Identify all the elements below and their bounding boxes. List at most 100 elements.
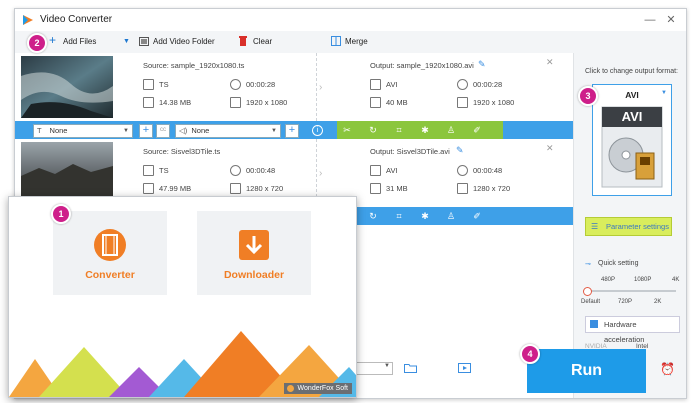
subtitle-select[interactable]: T None ▼ bbox=[33, 124, 133, 138]
quality-480p: 480P bbox=[601, 277, 616, 283]
parameter-settings-label: Parameter settings bbox=[606, 222, 669, 231]
edit-tools-strip: ✂ ↻ ⌗ ✱ ♙ ✐ bbox=[337, 121, 503, 139]
converter-card[interactable]: Converter bbox=[53, 211, 167, 295]
run-button[interactable]: Run bbox=[527, 349, 646, 393]
source-format: TS bbox=[159, 80, 169, 89]
clear-button[interactable]: Clear bbox=[253, 36, 272, 48]
minimize-button[interactable]: — bbox=[642, 12, 658, 28]
speaker-icon: ◁) bbox=[179, 126, 188, 135]
open-folder-icon[interactable] bbox=[404, 363, 417, 373]
resolution-icon bbox=[230, 97, 241, 108]
arrow-right-icon: › bbox=[319, 82, 323, 93]
source-resolution: 1920 x 1080 bbox=[246, 98, 288, 107]
folder-icon bbox=[370, 97, 381, 108]
toolbar: 2 + Add Files ▼ Add Video Folder Clear M… bbox=[15, 31, 686, 54]
edit-icon[interactable]: ✐ bbox=[471, 124, 483, 136]
source-size: 14.38 MB bbox=[159, 98, 192, 107]
source-resolution: 1280 x 720 bbox=[246, 184, 284, 193]
clock-icon bbox=[230, 79, 241, 90]
clock-icon bbox=[457, 79, 468, 90]
edit-pencil-icon[interactable]: ✎ bbox=[478, 59, 486, 70]
source-duration: 00:00:48 bbox=[246, 166, 276, 175]
output-path-dropdown[interactable]: ▼ bbox=[355, 362, 393, 375]
rotate-icon[interactable]: ↻ bbox=[367, 124, 379, 136]
audio-value: None bbox=[191, 126, 210, 135]
format-icon bbox=[143, 79, 154, 90]
file-row[interactable]: Source: sample_1920x1080.ts TS 00:00:28 … bbox=[15, 53, 573, 121]
info-icon[interactable]: i bbox=[312, 125, 323, 136]
download-icon bbox=[239, 230, 269, 260]
downloader-card[interactable]: Downloader bbox=[197, 211, 311, 295]
remove-file-icon[interactable]: ✕ bbox=[546, 57, 554, 68]
output-resolution: 1280 x 720 bbox=[473, 184, 511, 193]
rotate-icon[interactable]: ↻ bbox=[367, 210, 379, 222]
video-thumbnail bbox=[21, 56, 113, 118]
crop-icon[interactable]: ⌗ bbox=[393, 124, 405, 136]
brand-label: WonderFox Soft bbox=[297, 385, 348, 392]
chevron-down-icon: ▼ bbox=[661, 90, 667, 96]
row-divider bbox=[316, 53, 318, 121]
step-badge-2: 2 bbox=[27, 33, 47, 53]
quality-slider-handle[interactable] bbox=[583, 287, 592, 296]
effects-wand-icon[interactable]: ✂ bbox=[341, 124, 353, 136]
add-files-button[interactable]: Add Files bbox=[63, 36, 96, 48]
quality-4k: 4K bbox=[672, 277, 680, 283]
resolution-icon bbox=[457, 97, 468, 108]
converter-label: Converter bbox=[85, 269, 135, 281]
output-size: 31 MB bbox=[386, 184, 408, 193]
alarm-clock-icon[interactable]: ⏰ bbox=[660, 362, 675, 376]
output-format: AVI bbox=[386, 80, 398, 89]
close-button[interactable]: ✕ bbox=[663, 12, 679, 28]
watermark-icon[interactable]: ♙ bbox=[445, 210, 457, 222]
output-size: 40 MB bbox=[386, 98, 408, 107]
quality-2k: 2K bbox=[654, 299, 662, 305]
merge-icon bbox=[331, 36, 341, 46]
add-audio-button[interactable]: + bbox=[285, 124, 299, 138]
output-duration: 00:00:28 bbox=[473, 80, 503, 89]
subtitle-cc-icon[interactable]: cc bbox=[156, 124, 170, 138]
add-plus-icon: + bbox=[49, 33, 57, 47]
source-filename: Source: sample_1920x1080.ts bbox=[143, 61, 245, 70]
hardware-acceleration-toggle[interactable]: Hardware acceleration bbox=[585, 316, 680, 344]
merge-button[interactable]: Merge bbox=[345, 36, 368, 48]
output-filename: Output: Sisvel3DTile.avi bbox=[370, 147, 450, 156]
add-video-folder-button[interactable]: Add Video Folder bbox=[153, 36, 215, 48]
effect-icon[interactable]: ✱ bbox=[419, 210, 431, 222]
add-subtitle-button[interactable]: + bbox=[139, 124, 153, 138]
chevron-down-icon: ▼ bbox=[123, 128, 129, 134]
output-filename: Output: sample_1920x1080.avi bbox=[370, 61, 474, 70]
output-format: AVI bbox=[386, 166, 398, 175]
output-folder-icon[interactable] bbox=[458, 363, 471, 373]
crop-icon[interactable]: ⌗ bbox=[393, 210, 405, 222]
output-format-label: Click to change output format: bbox=[585, 68, 678, 75]
launcher-popup: 1 Converter Downloader WonderFox Soft bbox=[8, 196, 357, 398]
app-logo-icon bbox=[23, 15, 33, 25]
output-duration: 00:00:48 bbox=[473, 166, 503, 175]
edit-pencil-icon[interactable]: ✎ bbox=[456, 145, 464, 156]
output-format-value: AVI bbox=[625, 90, 639, 100]
options-bar: T None ▼ + cc ◁) None ▼ + i ✂ ↻ ⌗ ✱ ♙ ✐ bbox=[15, 121, 573, 139]
add-files-dropdown-icon[interactable]: ▼ bbox=[123, 36, 130, 48]
trash-icon bbox=[239, 36, 247, 46]
parameter-settings-button[interactable]: ☰ Parameter settings bbox=[585, 217, 672, 236]
window-title: Video Converter bbox=[40, 14, 113, 25]
watermark-icon[interactable]: ♙ bbox=[445, 124, 457, 136]
format-icon bbox=[370, 79, 381, 90]
effect-icon[interactable]: ✱ bbox=[419, 124, 431, 136]
edit-icon[interactable]: ✐ bbox=[471, 210, 483, 222]
source-format: TS bbox=[159, 166, 169, 175]
clock-icon bbox=[457, 165, 468, 176]
video-thumbnail bbox=[21, 142, 113, 204]
audio-select[interactable]: ◁) None ▼ bbox=[175, 124, 281, 138]
wonderfox-brand-badge: WonderFox Soft bbox=[283, 383, 352, 394]
quick-setting-icon: ⊸ bbox=[585, 261, 591, 268]
remove-file-icon[interactable]: ✕ bbox=[546, 143, 554, 154]
title-bar: Video Converter — ✕ bbox=[15, 9, 686, 31]
step-badge-3: 3 bbox=[578, 86, 598, 106]
avi-icon-label: AVI bbox=[621, 109, 643, 124]
quality-slider-track[interactable] bbox=[586, 290, 676, 292]
chip-icon bbox=[590, 320, 598, 328]
wonderfox-logo-icon bbox=[286, 385, 294, 392]
output-format-selector[interactable]: AVI ▼ AVI bbox=[592, 84, 672, 196]
quality-720p: 720P bbox=[618, 299, 633, 305]
